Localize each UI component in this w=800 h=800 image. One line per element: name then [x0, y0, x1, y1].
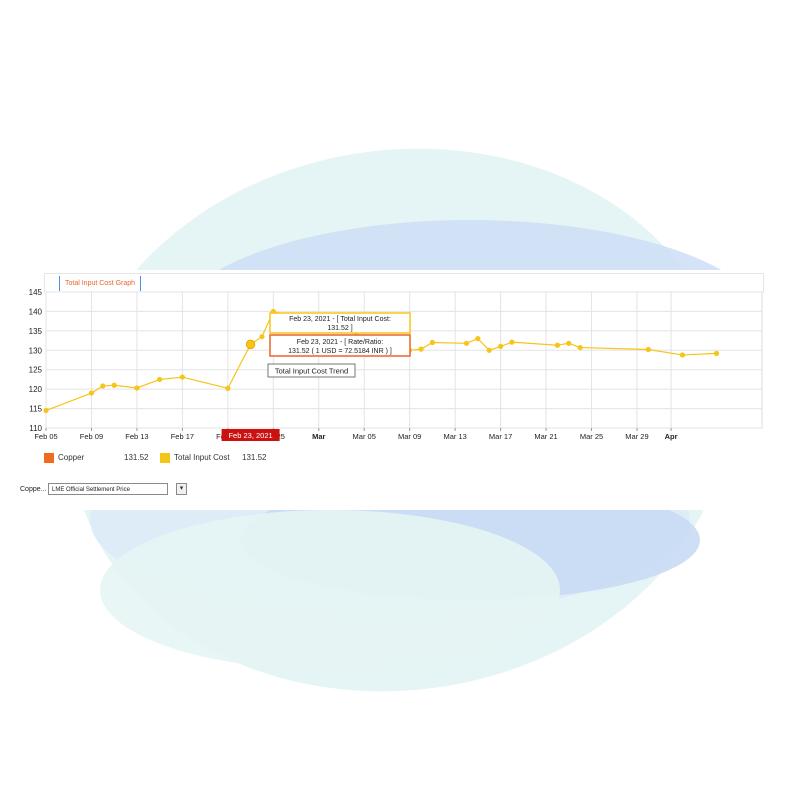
legend-swatch-total-input-cost — [160, 453, 170, 463]
x-tick-label: Feb 17 — [171, 432, 194, 441]
x-tick-label: Mar 13 — [443, 432, 466, 441]
data-point — [509, 339, 515, 345]
data-point — [463, 340, 470, 346]
tooltip-line: 131.52 ] — [327, 325, 352, 332]
highlighted-data-point — [245, 339, 256, 350]
data-point — [225, 385, 231, 391]
x-tick-label: Mar 29 — [625, 432, 648, 441]
data-point — [713, 350, 720, 356]
data-point — [157, 376, 163, 383]
y-tick-label: 120 — [29, 385, 43, 394]
data-point — [179, 374, 185, 380]
y-tick-label: 135 — [29, 327, 43, 336]
data-point — [100, 383, 106, 389]
data-point — [554, 342, 561, 348]
x-tick-label: Mar 25 — [580, 432, 603, 441]
data-point — [577, 344, 583, 351]
tooltip-line: 131.52 ( 1 USD = 72.5184 INR ) ] — [288, 348, 392, 355]
legend-name: Total Input Cost — [174, 453, 230, 462]
tooltip-line: Feb 23, 2021 - [ Rate/Ratio: — [297, 339, 383, 346]
x-tick-label: Feb 05 — [34, 432, 57, 441]
crosshair-x-label: Feb 23, 2021 — [228, 431, 272, 440]
data-point — [566, 340, 572, 346]
x-tick-label: Mar 17 — [489, 432, 512, 441]
data-point — [486, 347, 492, 353]
y-tick-label: 130 — [29, 346, 43, 355]
data-point — [475, 336, 481, 342]
line-chart: 110115120125130135140145Feb 05 Feb 09 Feb … — [29, 288, 763, 441]
legend-value: 131.52 — [242, 453, 267, 462]
price-type-select[interactable]: LME Official Settlement Price — [48, 483, 168, 495]
tooltip-line: Feb 23, 2021 - [ Total Input Cost: — [289, 316, 391, 323]
legend-swatch-copper — [44, 453, 54, 463]
series-title-text: Total Input Cost Trend — [275, 367, 348, 376]
x-tick-label: Mar — [312, 432, 325, 441]
y-tick-label: 145 — [29, 288, 43, 297]
data-point — [134, 385, 140, 391]
x-tick-label: Feb 09 — [80, 432, 103, 441]
y-tick-label: 115 — [29, 405, 42, 414]
legend-name: Copper — [58, 453, 85, 462]
data-point — [43, 407, 49, 414]
data-point — [418, 346, 424, 352]
y-tick-label: 125 — [29, 366, 43, 375]
data-point — [645, 346, 651, 353]
data-point — [88, 390, 95, 396]
data-point — [679, 352, 686, 358]
selector-label: Coppe... — [20, 486, 47, 493]
data-point — [429, 339, 436, 346]
legend-value: 131.52 — [124, 453, 149, 462]
data-point — [111, 382, 117, 388]
x-tick-label: Apr — [665, 432, 678, 441]
x-tick-label: Mar 05 — [353, 432, 376, 441]
y-tick-label: 140 — [29, 307, 43, 316]
x-tick-label: Mar 21 — [534, 432, 557, 441]
x-tick-label: Feb 13 — [125, 432, 148, 441]
chevron-down-icon[interactable]: ▾ — [176, 483, 187, 495]
data-point — [498, 343, 504, 349]
data-point — [259, 334, 265, 340]
x-tick-label: Mar 09 — [398, 432, 421, 441]
